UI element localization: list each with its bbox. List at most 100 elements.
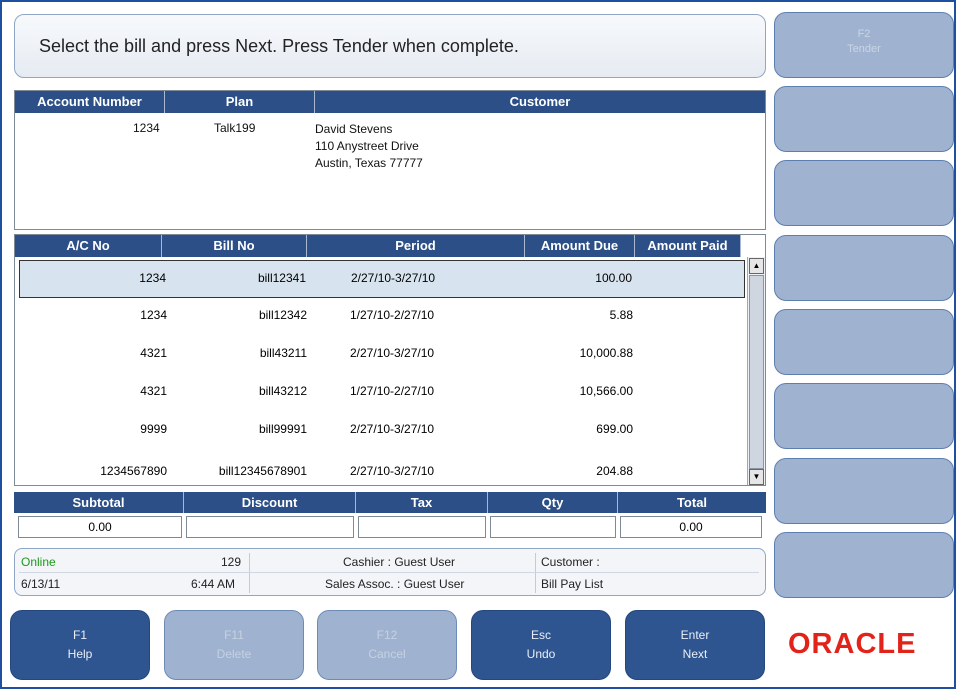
prompt-text: Select the bill and press Next. Press Te… [39, 36, 519, 56]
f2-key-label: F2 [857, 28, 871, 40]
f1-key-label: F1 [72, 628, 87, 642]
total-header: Total [618, 492, 766, 513]
bill-no-cell: bill99991 [258, 422, 307, 436]
sales-assoc-label: Sales Assoc. : Guest User [325, 577, 465, 591]
ac-no-cell: 4321 [140, 384, 167, 398]
customer-address-line1: 110 Anystreet Drive [315, 139, 419, 153]
tax-header: Tax [356, 492, 488, 513]
undo-label: Undo [526, 647, 556, 661]
period-cell: 1/27/10-2/27/10 [350, 308, 435, 322]
scroll-down-arrow-icon[interactable]: ▼ [749, 469, 764, 485]
ac-no-header: A/C No [15, 235, 162, 257]
amount-due-cell: 5.88 [609, 308, 633, 322]
tender-label: Tender [847, 43, 881, 55]
status-divider [249, 553, 250, 593]
qty-value [490, 516, 616, 538]
ac-no-cell: 9999 [140, 422, 167, 436]
amount-due-cell: 10,000.88 [579, 346, 633, 360]
register-number: 129 [221, 555, 242, 569]
period-cell: 2/27/10-3/27/10 [350, 422, 435, 436]
subtotal-header: Subtotal [14, 492, 184, 513]
bill-row[interactable]: 1234 bill12341 2/27/10-3/27/10 100.00 [19, 260, 745, 298]
customer-name: David Stevens [315, 122, 393, 136]
period-cell: 1/27/10-2/27/10 [350, 384, 435, 398]
amount-due-cell: 699.00 [596, 422, 633, 436]
online-status: Online [21, 555, 56, 569]
period-header: Period [307, 235, 525, 257]
f11-key-label: F11 [224, 628, 244, 642]
account-number-value: 1234 [133, 121, 160, 135]
date-display: 6/13/11 [21, 577, 61, 591]
app-window: Select the bill and press Next. Press Te… [0, 0, 956, 689]
bill-row[interactable]: 9999 bill99991 2/27/10-3/27/10 699.00 [19, 412, 745, 450]
bill-list: A/C No Bill No Period Amount Due Amount … [14, 234, 766, 486]
enter-next-button[interactable]: Enter Next [625, 610, 765, 680]
bill-no-cell: bill12345678901 [218, 464, 307, 478]
ac-no-cell: 1234 [139, 271, 166, 285]
screen-name: Bill Pay List [541, 577, 604, 591]
scroll-up-arrow-icon[interactable]: ▲ [749, 258, 764, 274]
amount-due-header: Amount Due [525, 235, 635, 257]
side-button-4[interactable] [774, 235, 954, 301]
status-row-divider [19, 572, 759, 573]
ac-no-cell: 1234 [140, 308, 167, 322]
esc-key-label: Esc [530, 628, 551, 642]
f12-key-label: F12 [376, 628, 398, 642]
qty-header: Qty [488, 492, 618, 513]
customer-panel: Account Number Plan Customer 1234 Talk19… [14, 90, 766, 230]
discount-value [186, 516, 354, 538]
bill-no-cell: bill43211 [259, 346, 307, 360]
period-cell: 2/27/10-3/27/10 [350, 464, 435, 478]
f1-help-button[interactable]: F1 Help [10, 610, 150, 680]
plan-header: Plan [165, 91, 315, 113]
customer-status: Customer : [541, 555, 600, 569]
f11-delete-button[interactable]: F11 Delete [164, 610, 304, 680]
next-label: Next [682, 647, 708, 661]
customer-header: Customer [315, 91, 765, 113]
status-bar: Online 129 Cashier : Guest User Customer… [14, 548, 766, 596]
discount-header: Discount [184, 492, 356, 513]
amount-due-cell: 100.00 [595, 271, 632, 285]
status-divider [535, 553, 536, 593]
cancel-label: Cancel [368, 647, 406, 661]
account-number-header: Account Number [15, 91, 165, 113]
amount-due-cell: 10,566.00 [579, 384, 633, 398]
help-label: Help [67, 647, 93, 661]
customer-address-line2: Austin, Texas 77777 [315, 156, 423, 170]
f12-cancel-button[interactable]: F12 Cancel [317, 610, 457, 680]
bill-no-cell: bill12341 [257, 271, 306, 285]
side-button-6[interactable] [774, 383, 954, 449]
side-button-3[interactable] [774, 160, 954, 226]
side-button-7[interactable] [774, 458, 954, 524]
totals-panel: Subtotal Discount Tax Qty Total 0.00 0.0… [14, 492, 766, 540]
side-button-5[interactable] [774, 309, 954, 375]
bill-row[interactable]: 1234567890 bill12345678901 2/27/10-3/27/… [19, 450, 745, 484]
period-cell: 2/27/10-3/27/10 [351, 271, 436, 285]
ac-no-cell: 1234567890 [100, 464, 167, 478]
tax-value [358, 516, 486, 538]
bill-row[interactable]: 4321 bill43212 1/27/10-2/27/10 10,566.00 [19, 374, 745, 412]
cashier-label: Cashier : Guest User [343, 555, 456, 569]
enter-key-label: Enter [680, 628, 710, 642]
f2-tender-button[interactable]: F2 Tender [774, 12, 954, 78]
bill-no-cell: bill12342 [258, 308, 307, 322]
total-value: 0.00 [620, 516, 762, 538]
delete-label: Delete [216, 647, 252, 661]
bill-list-scrollbar[interactable]: ▲ ▼ [747, 257, 765, 485]
bill-row[interactable]: 4321 bill43211 2/27/10-3/27/10 10,000.88 [19, 336, 745, 374]
side-button-2[interactable] [774, 86, 954, 152]
prompt-box: Select the bill and press Next. Press Te… [14, 14, 766, 78]
side-button-8[interactable] [774, 532, 954, 598]
oracle-logo: ORACLE [788, 628, 917, 660]
time-display: 6:44 AM [191, 577, 236, 591]
amount-paid-header: Amount Paid [635, 235, 741, 257]
scrollbar-thumb[interactable] [749, 275, 764, 469]
esc-undo-button[interactable]: Esc Undo [471, 610, 611, 680]
amount-due-cell: 204.88 [596, 464, 633, 478]
subtotal-value: 0.00 [18, 516, 182, 538]
plan-value: Talk199 [214, 121, 256, 135]
ac-no-cell: 4321 [140, 346, 167, 360]
bill-row[interactable]: 1234 bill12342 1/27/10-2/27/10 5.88 [19, 298, 745, 336]
bill-no-cell: bill43212 [258, 384, 307, 398]
period-cell: 2/27/10-3/27/10 [350, 346, 435, 360]
